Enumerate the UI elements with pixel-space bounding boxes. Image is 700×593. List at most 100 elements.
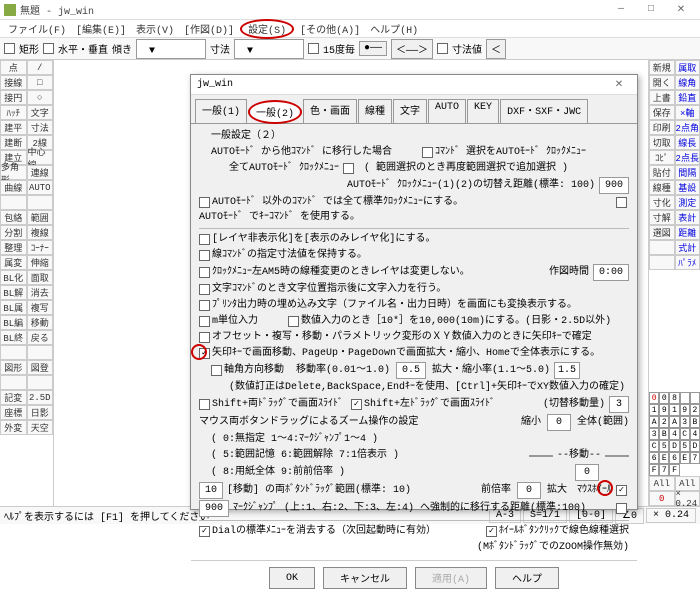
- chk-keycommand[interactable]: [616, 197, 627, 208]
- rtool-寸化[interactable]: 寸化: [649, 195, 675, 210]
- chk-keep-dim[interactable]: [199, 250, 210, 261]
- minimize-button[interactable]: —: [606, 1, 636, 19]
- rtool-×軸[interactable]: ×軸: [675, 105, 700, 120]
- rtool-貼付[interactable]: 貼付: [649, 165, 675, 180]
- inp-markjump[interactable]: 900: [199, 500, 229, 517]
- rtool-新規[interactable]: 新規: [649, 60, 675, 75]
- rtool-寸解[interactable]: 寸解: [649, 210, 675, 225]
- chk-text-after[interactable]: [199, 284, 210, 295]
- maximize-button[interactable]: □: [636, 1, 666, 19]
- tool-移動[interactable]: 移動: [27, 315, 54, 330]
- chk-layer-hide[interactable]: [199, 234, 210, 245]
- tool-外変[interactable]: 外変: [0, 420, 27, 435]
- tool-○[interactable]: ○: [27, 90, 54, 105]
- chk-wheel-color[interactable]: [486, 526, 497, 537]
- tab-dxf[interactable]: DXF・SXF・JWC: [500, 99, 588, 123]
- menu-settings[interactable]: 設定(S): [240, 19, 294, 39]
- tool-BL解[interactable]: BL解: [0, 285, 27, 300]
- help-button[interactable]: ヘルプ: [495, 567, 559, 589]
- tool-日影[interactable]: 日影: [27, 405, 54, 420]
- tool-2.5D[interactable]: 2.5D: [27, 390, 54, 405]
- rtool-印刷[interactable]: 印刷: [649, 120, 675, 135]
- tab-color[interactable]: 色・画面: [303, 99, 357, 123]
- rtool-ﾊﾟﾗﾒ[interactable]: ﾊﾟﾗﾒ: [675, 255, 700, 270]
- chk-m-unit[interactable]: [199, 316, 210, 327]
- rtool-保存[interactable]: 保存: [649, 105, 675, 120]
- rtool-2点角[interactable]: 2点角: [675, 120, 700, 135]
- np-all[interactable]: All: [649, 476, 675, 491]
- tool-多角形[interactable]: 多角形: [0, 165, 27, 180]
- tool-複写[interactable]: 複写: [27, 300, 54, 315]
- chk-std-clock[interactable]: [199, 197, 210, 208]
- chk-wheel-down[interactable]: [616, 503, 627, 514]
- tool-分割[interactable]: 分割: [0, 225, 27, 240]
- rtool-式計[interactable]: 式計: [675, 240, 700, 255]
- np-times[interactable]: × 0.24: [675, 491, 700, 506]
- size-select[interactable]: ▼: [234, 39, 304, 59]
- tool-ｺｰﾅｰ[interactable]: ｺｰﾅｰ: [27, 240, 54, 255]
- tb-ltgt-button[interactable]: ＜――＞: [391, 39, 433, 59]
- chk-shift-left[interactable]: [351, 399, 362, 410]
- inp-zoom-rate[interactable]: 1.5: [554, 362, 580, 379]
- tb-dot-button[interactable]: ●――: [359, 41, 387, 56]
- tab-text[interactable]: 文字: [393, 99, 427, 123]
- rtool-基設[interactable]: 基設: [675, 180, 700, 195]
- tab-key[interactable]: KEY: [467, 99, 499, 123]
- tool-ﾊｯﾁ[interactable]: ﾊｯﾁ: [0, 105, 27, 120]
- chk-mousewheel[interactable]: [616, 485, 627, 496]
- tb-arrow-button[interactable]: ＜: [486, 39, 506, 59]
- chk-cmd-auto[interactable]: [422, 147, 433, 158]
- tool-AUTO[interactable]: AUTO: [27, 180, 54, 195]
- inp-shrink[interactable]: 0: [547, 414, 571, 431]
- tool-接線[interactable]: 接線: [0, 75, 27, 90]
- tool-整理[interactable]: 整理: [0, 240, 27, 255]
- tool-文字[interactable]: 文字: [27, 105, 54, 120]
- tool-記変[interactable]: 記変: [0, 390, 27, 405]
- rtool-線種[interactable]: 線種: [649, 180, 675, 195]
- tool-図形[interactable]: 図形: [0, 360, 27, 375]
- chk-shift-both[interactable]: [199, 399, 210, 410]
- inp-prev-mag[interactable]: 0: [517, 482, 541, 499]
- menu-edit[interactable]: [編集(E)]: [72, 20, 130, 38]
- rtool-測定[interactable]: 測定: [675, 195, 700, 210]
- rtool-間隔[interactable]: 間隔: [675, 165, 700, 180]
- inp-move-r[interactable]: [605, 455, 629, 457]
- tool-複線[interactable]: 複線: [27, 225, 54, 240]
- np-zero[interactable]: 0: [649, 491, 675, 506]
- tool-連線[interactable]: 連線: [27, 165, 54, 180]
- tool-図登[interactable]: 図登: [27, 360, 54, 375]
- ok-button[interactable]: OK: [269, 567, 315, 589]
- menu-draw[interactable]: [作図(D)]: [180, 20, 238, 38]
- tool-包絡[interactable]: 包絡: [0, 210, 27, 225]
- rtool-線角[interactable]: 線角: [675, 75, 700, 90]
- rtool-属取[interactable]: 属取: [675, 60, 700, 75]
- apply-button[interactable]: 適用(A): [415, 567, 487, 589]
- chk-printer-embed[interactable]: [199, 300, 210, 311]
- dialog-close-button[interactable]: ✕: [607, 79, 631, 91]
- rtool-選図[interactable]: 選図: [649, 225, 675, 240]
- tab-linetype[interactable]: 線種: [358, 99, 392, 123]
- inp-draw-time[interactable]: 0:00: [593, 264, 629, 281]
- tool-BL化[interactable]: BL化: [0, 270, 27, 285]
- tab-general2[interactable]: 一般(2): [248, 100, 302, 124]
- tool-範囲[interactable]: 範囲: [27, 210, 54, 225]
- rect-checkbox[interactable]: [4, 43, 15, 54]
- menu-file[interactable]: ファイル(F): [4, 20, 70, 38]
- tool-座標[interactable]: 座標: [0, 405, 27, 420]
- tool-BL属[interactable]: BL属: [0, 300, 27, 315]
- rtool-ｺﾋﾟ[interactable]: ｺﾋﾟ: [649, 150, 675, 165]
- tool-天空[interactable]: 天空: [27, 420, 54, 435]
- tool-建断[interactable]: 建断: [0, 135, 27, 150]
- tool-BL編[interactable]: BL編: [0, 315, 27, 330]
- chk-all-auto[interactable]: [343, 163, 354, 174]
- menu-view[interactable]: 表示(V): [132, 20, 178, 38]
- deg15-checkbox[interactable]: [308, 43, 319, 54]
- chk-axis-move[interactable]: [211, 365, 222, 376]
- tool-点[interactable]: 点: [0, 60, 27, 75]
- rtool-上書[interactable]: 上書: [649, 90, 675, 105]
- tab-auto[interactable]: AUTO: [428, 99, 466, 123]
- rtool-線長[interactable]: 線長: [675, 135, 700, 150]
- inp-slide-amt[interactable]: 3: [609, 396, 629, 413]
- rtool-表計[interactable]: 表計: [675, 210, 700, 225]
- tool-戻る[interactable]: 戻る: [27, 330, 54, 345]
